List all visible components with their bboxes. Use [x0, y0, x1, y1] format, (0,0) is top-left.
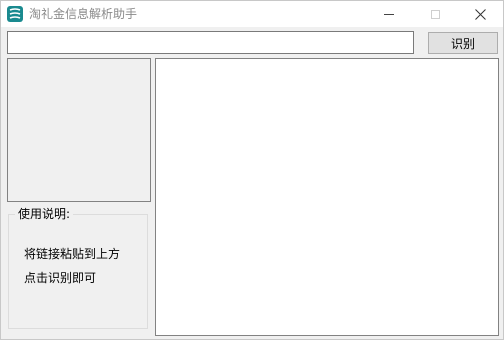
close-icon [474, 8, 486, 20]
instructions-title: 使用说明: [15, 207, 74, 221]
app-window: 淘礼金信息解析助手 识别 使用说明: 将链接粘贴到上方 点击识别即可 [0, 0, 504, 340]
instructions-group: 使用说明: 将链接粘贴到上方 点击识别即可 [8, 207, 148, 329]
title-bar[interactable]: 淘礼金信息解析助手 [1, 1, 503, 27]
result-textarea[interactable] [155, 58, 499, 336]
app-logo-icon [7, 6, 23, 22]
close-button[interactable] [457, 1, 503, 27]
maximize-icon [430, 9, 440, 19]
link-input[interactable] [7, 31, 414, 54]
window-title: 淘礼金信息解析助手 [29, 7, 138, 21]
instruction-line: 将链接粘贴到上方 [24, 247, 121, 261]
instruction-line: 点击识别即可 [24, 271, 97, 285]
image-panel [7, 58, 151, 202]
minimize-icon [384, 13, 394, 15]
minimize-button[interactable] [366, 1, 412, 27]
recognize-button[interactable]: 识别 [428, 32, 498, 54]
recognize-button-label: 识别 [450, 36, 475, 51]
maximize-button[interactable] [412, 1, 458, 27]
